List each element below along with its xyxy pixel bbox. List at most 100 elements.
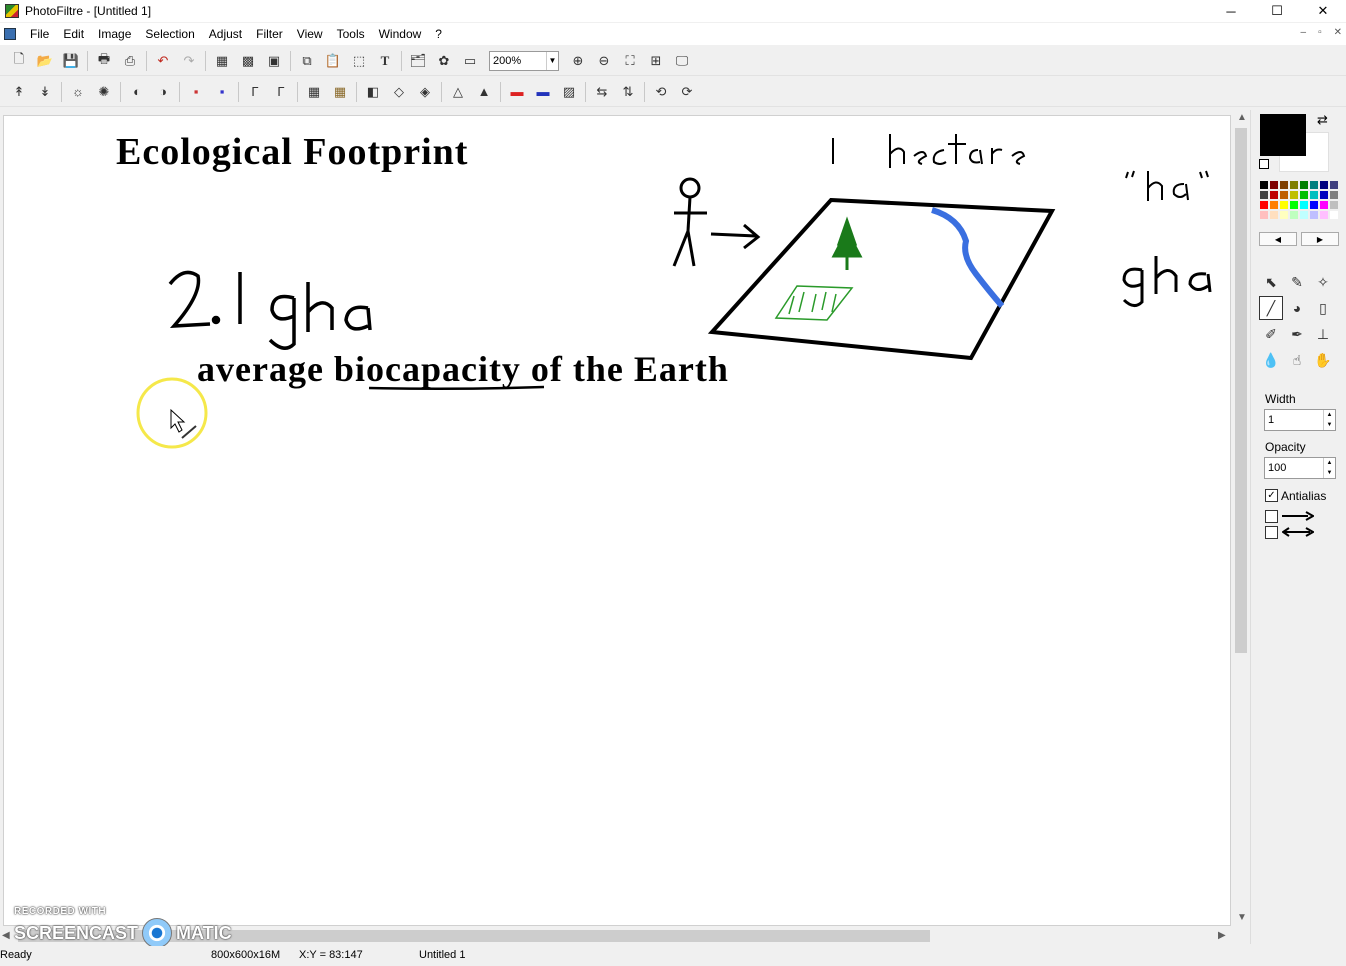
texture-icon[interactable]: ▨ [556,80,582,104]
palette-swatch[interactable] [1319,180,1329,190]
palette-swatch[interactable] [1279,190,1289,200]
auto-contrast-icon[interactable]: ↡ [32,80,58,104]
browser-icon[interactable]: 🗂 [405,49,431,73]
palette-swatch[interactable] [1259,180,1269,190]
rotate-right-icon[interactable]: ⟳ [674,80,700,104]
menu-help[interactable]: ? [429,27,450,41]
palette-swatch[interactable] [1259,210,1269,220]
menu-selection[interactable]: Selection [139,27,202,41]
maximize-button[interactable]: ☐ [1254,0,1300,22]
chevron-down-icon[interactable]: ▼ [546,51,558,70]
fullscreen-icon[interactable]: 🖵 [669,49,695,73]
brush-tool-icon[interactable]: ✐ [1259,322,1283,346]
swap-colors-icon[interactable]: ⇄ [1317,112,1328,128]
print-icon[interactable]: 🖶 [91,49,117,73]
new-icon[interactable]: 🗋 [6,49,32,73]
menu-adjust[interactable]: Adjust [203,27,250,41]
palette-swatch[interactable] [1319,210,1329,220]
palette-swatch[interactable] [1279,210,1289,220]
menu-view[interactable]: View [291,27,331,41]
selection-tool-icon[interactable]: ⬉ [1259,270,1283,294]
scroll-right-icon[interactable]: ▶ [1218,930,1226,941]
gamma-down-icon[interactable]: Γ [242,80,268,104]
palette-swatch[interactable] [1329,210,1339,220]
menu-filter[interactable]: Filter [250,27,291,41]
palette-swatch[interactable] [1299,210,1309,220]
palette-swatch[interactable] [1309,210,1319,220]
zoom-out-icon[interactable]: ⊖ [591,49,617,73]
palette-swatch[interactable] [1329,180,1339,190]
sharpen-icon[interactable]: △ [445,80,471,104]
save-icon[interactable]: 💾 [58,49,84,73]
blur-tool-icon[interactable]: 💧 [1259,348,1283,372]
redo-icon[interactable]: ↷ [176,49,202,73]
scroll-left-icon[interactable]: ◀ [2,930,10,941]
foreground-color-swatch[interactable] [1260,114,1306,156]
palette-swatch[interactable] [1319,190,1329,200]
minimize-button[interactable]: ─ [1208,0,1254,22]
width-value[interactable]: 1 [1265,414,1323,426]
brightness-up-icon[interactable]: ✺ [91,80,117,104]
reset-colors-icon[interactable] [1259,159,1269,169]
vertical-scrollbar[interactable]: ▲ ▼ [1233,110,1249,928]
palette-next-button[interactable]: ▶ [1301,232,1339,246]
palette-swatch[interactable] [1289,190,1299,200]
palette-swatch[interactable] [1289,210,1299,220]
palette-swatch[interactable] [1299,180,1309,190]
gamma-up-icon[interactable]: Γ [268,80,294,104]
fit-icon[interactable]: ⛶ [617,49,643,73]
flip-vertical-icon[interactable]: ⇅ [615,80,641,104]
color-palette[interactable] [1259,180,1339,220]
line-tool-icon[interactable]: ╱ [1259,296,1283,320]
image-icon[interactable]: ▣ [261,49,287,73]
scroll-down-icon[interactable]: ▼ [1237,912,1247,923]
palette-swatch[interactable] [1309,190,1319,200]
palette-swatch[interactable] [1299,200,1309,210]
paste-icon[interactable]: 📋 [320,49,346,73]
advanced-brush-tool-icon[interactable]: ✒ [1285,322,1309,346]
flip-horizontal-icon[interactable]: ⇆ [589,80,615,104]
menu-edit[interactable]: Edit [57,27,92,41]
smudge-tool-icon[interactable]: ☝ [1285,348,1309,372]
zoom-in-icon[interactable]: ⊕ [565,49,591,73]
spin-up-icon[interactable]: ▲ [1327,460,1333,466]
text-icon[interactable]: T [372,49,398,73]
palette-swatch[interactable] [1269,190,1279,200]
plugin-icon[interactable]: ✿ [431,49,457,73]
menu-file[interactable]: File [24,27,57,41]
palette-swatch[interactable] [1259,190,1269,200]
blur-icon[interactable]: ◈ [412,80,438,104]
mdi-restore-button[interactable]: ▫ [1318,27,1322,38]
copy-icon[interactable]: ⧉ [294,49,320,73]
contrast-down-icon[interactable]: ◐ [124,80,150,104]
opacity-value[interactable]: 100 [1265,462,1323,474]
palette-swatch[interactable] [1269,180,1279,190]
palette-swatch[interactable] [1329,190,1339,200]
soften-icon[interactable]: ◇ [386,80,412,104]
menu-window[interactable]: Window [373,27,430,41]
gradient-icon[interactable]: ▬ [530,80,556,104]
grayscale-icon[interactable]: ▦ [301,80,327,104]
close-button[interactable]: ✕ [1300,0,1346,22]
dust-icon[interactable]: ◧ [360,80,386,104]
open-icon[interactable]: 📂 [32,49,58,73]
zoom-select[interactable]: 200% ▼ [489,50,559,71]
palette-swatch[interactable] [1299,190,1309,200]
menu-tools[interactable]: Tools [331,27,373,41]
magic-wand-tool-icon[interactable]: ✧ [1311,270,1335,294]
spin-up-icon[interactable]: ▲ [1327,412,1333,418]
arrow-end-checkbox[interactable] [1265,510,1278,523]
rotate-left-icon[interactable]: ⟲ [648,80,674,104]
scroll-up-icon[interactable]: ▲ [1237,112,1247,123]
spin-down-icon[interactable]: ▼ [1327,470,1333,476]
opacity-spinner[interactable]: 100 ▲ ▼ [1264,457,1336,479]
scan-icon[interactable]: ⎙ [117,49,143,73]
color-balance-icon[interactable]: ▬ [504,80,530,104]
saturation-down-icon[interactable]: ▪ [183,80,209,104]
brightness-down-icon[interactable]: ☼ [65,80,91,104]
auto-levels-icon[interactable]: ↟ [6,80,32,104]
stamp-tool-icon[interactable]: ⊥ [1311,322,1335,346]
palette-swatch[interactable] [1259,200,1269,210]
palette-swatch[interactable] [1309,180,1319,190]
palette-swatch[interactable] [1309,200,1319,210]
